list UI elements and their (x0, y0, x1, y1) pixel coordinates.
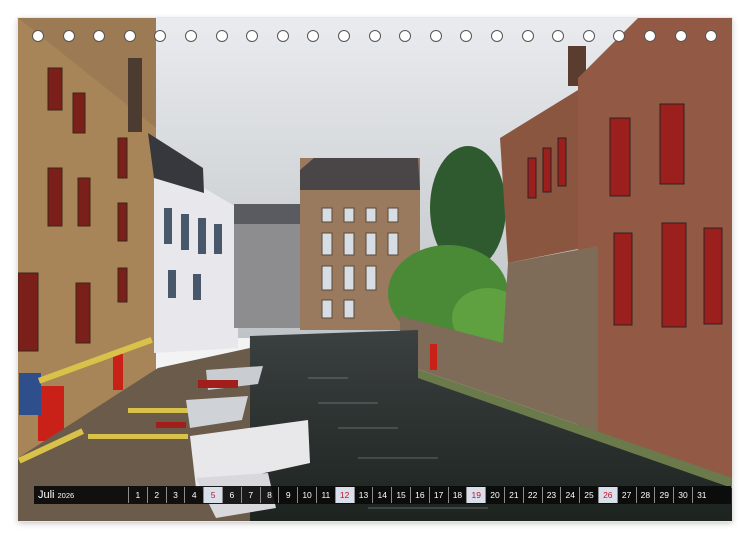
calendar-bar: Juli 2026 1 2 3 4 5 6 7 8 9 10 11 12 13 14 15 16 17 18 19 20… (34, 486, 731, 504)
calendar-day: 26 (597, 487, 617, 503)
calendar-day: 3 (165, 487, 185, 503)
calendar-day: 15 (391, 487, 410, 503)
calendar-day: 29 (654, 487, 673, 503)
calendar-day: 1 (128, 487, 147, 503)
calendar-day: 27 (616, 487, 636, 503)
canal-photo (18, 18, 732, 521)
binding-hole (154, 30, 167, 42)
calendar-day: 18 (447, 487, 467, 503)
calendar-day: 24 (560, 487, 579, 503)
calendar-day: 20 (485, 487, 504, 503)
binding-hole (32, 30, 44, 42)
binding-hole (338, 30, 350, 42)
binding-hole (185, 30, 197, 42)
binding-hole (613, 30, 626, 42)
calendar-day: 10 (297, 487, 316, 503)
calendar-day: 31 (691, 487, 711, 503)
calendar-day: 30 (673, 487, 692, 503)
calendar-day: 11 (315, 487, 335, 503)
binding-hole (460, 30, 473, 42)
calendar-day: 5 (203, 487, 222, 503)
binding-hole (246, 30, 259, 42)
binding-hole (582, 30, 595, 42)
binding-hole (62, 30, 75, 42)
binding-hole (674, 30, 687, 42)
binding-hole (429, 30, 442, 42)
calendar-day: 16 (409, 487, 429, 503)
binding-holes (32, 30, 732, 48)
calendar-day: 2 (146, 487, 166, 503)
calendar-day: 8 (259, 487, 279, 503)
binding-hole (644, 30, 656, 42)
calendar-day: 4 (184, 487, 203, 503)
calendar-day: 23 (541, 487, 561, 503)
binding-hole (368, 30, 381, 42)
month-label: Juli 2026 (34, 489, 128, 501)
year-label: 2026 (57, 491, 75, 500)
calendar-day: 7 (240, 487, 260, 503)
calendar-day: 9 (278, 487, 297, 503)
calendar-day: 13 (353, 487, 373, 503)
calendar-day: 28 (635, 487, 655, 503)
calendar-day: 25 (579, 487, 598, 503)
calendar-day: 21 (503, 487, 523, 503)
binding-hole (215, 30, 228, 42)
binding-hole (552, 30, 565, 42)
binding-hole (399, 30, 412, 42)
binding-hole (521, 30, 534, 42)
day-strip: 1 2 3 4 5 6 7 8 9 10 11 12 13 14 15 16 17 18 19 20 21 22 23 24 2… (128, 486, 711, 504)
calendar-day: 14 (372, 487, 391, 503)
calendar-day: 19 (466, 487, 486, 503)
calendar-day: 6 (221, 487, 241, 503)
binding-hole (123, 30, 136, 42)
binding-hole (705, 30, 718, 42)
calendar-day: 22 (522, 487, 542, 503)
month-name: Juli (38, 489, 55, 501)
binding-hole (93, 30, 106, 42)
binding-hole (491, 30, 503, 42)
binding-hole (307, 30, 320, 42)
calendar-page: Juli 2026 1 2 3 4 5 6 7 8 9 10 11 12 13 14 15 16 17 18 19 20… (18, 18, 732, 521)
calendar-day: 12 (334, 487, 354, 503)
binding-hole (276, 30, 289, 42)
calendar-day: 17 (428, 487, 448, 503)
